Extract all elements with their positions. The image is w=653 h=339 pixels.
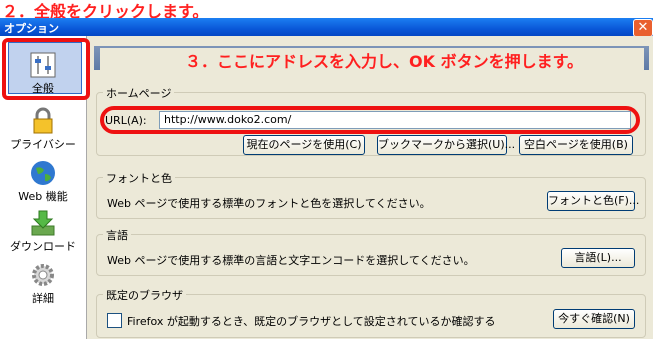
homepage-url-input[interactable]: http://www.doko2.com/ bbox=[159, 111, 631, 129]
check-default-browser-label: Firefox が起動するとき、既定のブラウザとして設定されているか確認する bbox=[127, 315, 496, 328]
options-window: 全般 プライバシー Web 機能 ダウンロード 詳細 ホームページ URL(A)… bbox=[0, 36, 653, 339]
fonts-colors-button[interactable]: フォントと色(F)... bbox=[547, 191, 639, 211]
sidebar-item-label: 詳細 bbox=[32, 292, 54, 305]
sidebar-item-downloads[interactable]: ダウンロード bbox=[0, 208, 86, 254]
window-title: オプション bbox=[4, 22, 59, 35]
default-browser-legend: 既定のブラウザ bbox=[103, 287, 186, 303]
annotation-step3: ３．ここにアドレスを入力し、OK ボタンを押します。 bbox=[100, 48, 644, 72]
download-icon bbox=[31, 210, 55, 236]
globe-icon bbox=[31, 161, 55, 185]
sidebar-item-label: プライバシー bbox=[10, 138, 76, 151]
fonts-description: Web ページで使用する標準のフォントと色を選択してください。 bbox=[107, 197, 431, 210]
sidebar-item-label: ダウンロード bbox=[10, 240, 76, 253]
language-legend: 言語 bbox=[103, 227, 131, 243]
default-browser-group: 既定のブラウザ Firefox が起動するとき、既定のブラウザとして設定されてい… bbox=[96, 287, 646, 338]
use-blank-page-button[interactable]: 空白ページを使用(B) bbox=[519, 135, 633, 155]
fonts-group: フォントと色 Web ページで使用する標準のフォントと色を選択してください。 フ… bbox=[96, 170, 646, 219]
gear-icon bbox=[32, 264, 54, 286]
homepage-legend: ホームページ bbox=[103, 85, 175, 101]
url-label: URL(A): bbox=[105, 114, 147, 127]
general-click-highlight bbox=[2, 38, 90, 100]
use-bookmark-button[interactable]: ブックマークから選択(U)... bbox=[377, 135, 515, 155]
check-default-browser-checkbox[interactable] bbox=[107, 313, 122, 328]
language-button[interactable]: 言語(L)... bbox=[561, 248, 635, 268]
language-description: Web ページで使用する標準の言語と文字エンコードを選択してください。 bbox=[107, 254, 475, 267]
sidebar-item-label: Web 機能 bbox=[18, 190, 68, 203]
sidebar-item-privacy[interactable]: プライバシー bbox=[0, 106, 86, 152]
close-icon: ✕ bbox=[637, 20, 649, 35]
sidebar-item-web-features[interactable]: Web 機能 bbox=[0, 158, 86, 204]
check-now-button[interactable]: 今すぐ確認(N) bbox=[553, 309, 635, 329]
close-button[interactable]: ✕ bbox=[633, 19, 653, 37]
fonts-legend: フォントと色 bbox=[103, 170, 175, 186]
homepage-group: ホームページ URL(A): http://www.doko2.com/ 現在の… bbox=[96, 85, 646, 156]
use-current-page-button[interactable]: 現在のページを使用(C) bbox=[243, 135, 365, 155]
lock-icon bbox=[33, 107, 53, 134]
language-group: 言語 Web ページで使用する標準の言語と文字エンコードを選択してください。 言… bbox=[96, 227, 646, 276]
sidebar-item-advanced[interactable]: 詳細 bbox=[0, 260, 86, 306]
title-bar: オプション ✕ bbox=[0, 18, 653, 37]
